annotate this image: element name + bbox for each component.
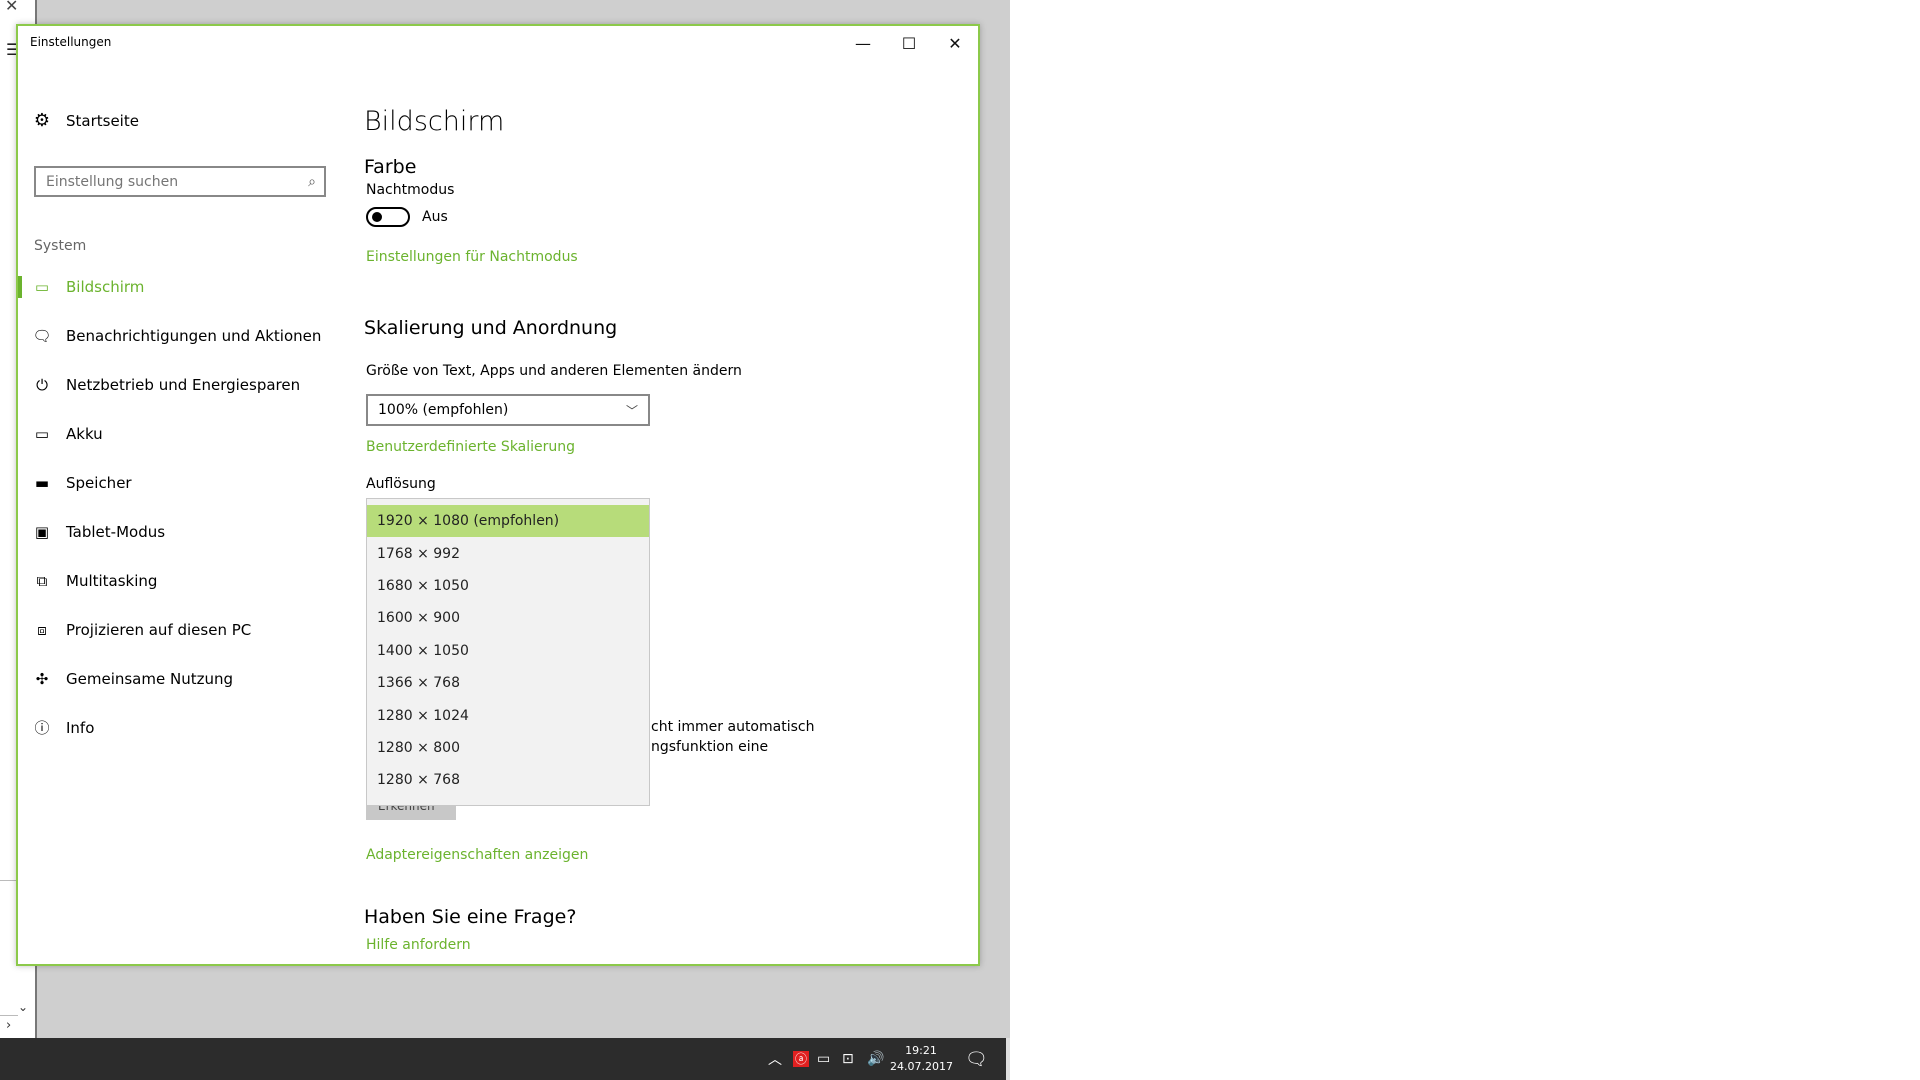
scale-dropdown-value: 100% (empfohlen) xyxy=(378,402,509,418)
divider xyxy=(0,1015,18,1016)
taskbar: ︿ ⓐ ▭ ⊡ 🔊 19:21 24.07.2017 🗨 xyxy=(0,1038,1010,1080)
night-mode-label: Nachtmodus xyxy=(366,182,455,198)
resolution-option[interactable]: 1400 × 1050 xyxy=(367,635,649,667)
sidebar-item-info[interactable]: ⓘ Info xyxy=(18,703,338,752)
notification-icon: 🗨 xyxy=(32,326,52,345)
sidebar-item-label: Speicher xyxy=(66,473,132,492)
monitor-icon: ▭ xyxy=(34,277,50,296)
sidebar-item-label: Gemeinsame Nutzung xyxy=(66,669,233,688)
page-title: Bildschirm xyxy=(364,106,505,137)
sidebar-item-benachrichtigungen[interactable]: 🗨 Benachrichtigungen und Aktionen xyxy=(18,311,338,360)
color-section-heading: Farbe xyxy=(364,156,417,178)
battery-icon: ▭ xyxy=(34,424,50,443)
sidebar: ⚙ Startseite ⌕ System ▭ Bildschirm 🗨 Ben… xyxy=(18,60,338,964)
scroll-down-icon[interactable]: ⌄ xyxy=(18,1000,28,1014)
battery-icon[interactable]: ▭ xyxy=(817,1038,830,1080)
toggle-knob xyxy=(372,212,382,222)
resolution-option[interactable]: 1680 × 1050 xyxy=(367,570,649,602)
multitasking-icon: ⧉ xyxy=(36,571,48,590)
window-title: Einstellungen xyxy=(30,35,112,49)
sidebar-item-label: Akku xyxy=(66,424,103,443)
sidebar-item-label: Multitasking xyxy=(66,571,158,590)
clock-date: 24.07.2017 xyxy=(890,1060,953,1073)
power-icon: ⏻ xyxy=(36,375,48,394)
scale-section-heading: Skalierung und Anordnung xyxy=(364,317,618,339)
resolution-option[interactable]: 1920 × 1080 (empfohlen) xyxy=(367,505,649,538)
resolution-option[interactable]: 1280 × 768 xyxy=(367,764,649,796)
sidebar-item-label: Info xyxy=(66,718,95,737)
clock-time: 19:21 xyxy=(905,1044,937,1057)
settings-window: Einstellungen — ☐ ✕ ⚙ Startseite ⌕ Syste… xyxy=(16,24,980,966)
title-bar[interactable]: Einstellungen — ☐ ✕ xyxy=(18,26,978,60)
partially-hidden-text: ngsfunktion eine xyxy=(651,739,769,755)
night-mode-toggle[interactable] xyxy=(366,207,410,227)
home-label: Startseite xyxy=(66,111,139,130)
project-icon: ⧈ xyxy=(37,620,47,639)
adapter-properties-link[interactable]: Adaptereigenschaften anzeigen xyxy=(366,847,588,863)
antivirus-icon[interactable]: ⓐ xyxy=(793,1038,809,1080)
network-icon[interactable]: ⊡ xyxy=(842,1038,854,1080)
maximize-button[interactable]: ☐ xyxy=(886,26,932,60)
sidebar-item-bildschirm[interactable]: ▭ Bildschirm xyxy=(18,262,338,311)
search-input[interactable] xyxy=(36,172,300,191)
share-icon: ✣ xyxy=(35,669,49,688)
close-button[interactable]: ✕ xyxy=(932,26,978,60)
chevron-right-icon[interactable]: › xyxy=(6,1018,11,1033)
sidebar-item-tablet-modus[interactable]: ▣ Tablet-Modus xyxy=(18,507,338,556)
info-icon: ⓘ xyxy=(34,719,50,737)
custom-scaling-link[interactable]: Benutzerdefinierte Skalierung xyxy=(366,439,575,455)
volume-icon[interactable]: 🔊 xyxy=(867,1038,884,1080)
taskbar-edge xyxy=(1006,1038,1010,1080)
night-mode-state: Aus xyxy=(422,209,448,225)
chevron-down-icon: ﹀ xyxy=(625,403,638,418)
background-close-icon[interactable]: ✕ xyxy=(5,0,18,15)
gear-icon: ⚙ xyxy=(33,110,51,131)
resolution-dropdown-list[interactable]: 1920 × 1080 (empfohlen) 1768 × 992 1680 … xyxy=(366,498,650,806)
taskbar-clock[interactable]: 19:21 24.07.2017 xyxy=(890,1043,953,1075)
settings-search-box[interactable]: ⌕ xyxy=(34,166,326,197)
show-hidden-icons-icon[interactable]: ︿ xyxy=(768,1038,782,1080)
search-icon[interactable]: ⌕ xyxy=(300,174,324,190)
section-heading: System xyxy=(34,238,87,254)
storage-icon: ▬ xyxy=(34,473,50,492)
sidebar-item-akku[interactable]: ▭ Akku xyxy=(18,409,338,458)
sidebar-item-label: Benachrichtigungen und Aktionen xyxy=(66,326,322,345)
resolution-option[interactable]: 1280 × 1024 xyxy=(367,699,649,731)
action-center-icon[interactable]: 🗨 xyxy=(965,1038,988,1080)
sidebar-item-gemeinsame-nutzung[interactable]: ✣ Gemeinsame Nutzung xyxy=(18,654,338,703)
sidebar-item-netzbetrieb[interactable]: ⏻ Netzbetrieb und Energiesparen xyxy=(18,360,338,409)
question-heading: Haben Sie eine Frage? xyxy=(364,906,577,928)
partially-hidden-text: cht immer automatisch xyxy=(651,719,815,735)
home-nav-item[interactable]: ⚙ Startseite xyxy=(32,110,139,131)
sidebar-item-label: Tablet-Modus xyxy=(66,522,166,541)
help-link[interactable]: Hilfe anfordern xyxy=(366,937,471,953)
scale-label: Größe von Text, Apps und anderen Element… xyxy=(366,363,742,379)
resolution-option[interactable]: 1366 × 768 xyxy=(367,667,649,699)
sidebar-item-multitasking[interactable]: ⧉ Multitasking xyxy=(18,556,338,605)
sidebar-item-projizieren[interactable]: ⧈ Projizieren auf diesen PC xyxy=(18,605,338,654)
minimize-button[interactable]: — xyxy=(840,26,886,60)
sidebar-item-speicher[interactable]: ▬ Speicher xyxy=(18,458,338,507)
resolution-option[interactable]: 1768 × 992 xyxy=(367,537,649,569)
scale-dropdown[interactable]: 100% (empfohlen) ﹀ xyxy=(366,394,650,426)
tablet-icon: ▣ xyxy=(34,522,50,541)
resolution-option[interactable]: 1280 × 800 xyxy=(367,732,649,764)
resolution-option[interactable]: 1600 × 900 xyxy=(367,602,649,634)
resolution-label: Auflösung xyxy=(366,476,436,492)
sidebar-nav-list: ▭ Bildschirm 🗨 Benachrichtigungen und Ak… xyxy=(18,262,338,752)
sidebar-item-label: Bildschirm xyxy=(66,277,145,296)
sidebar-item-label: Netzbetrieb und Energiesparen xyxy=(66,375,301,394)
night-mode-settings-link[interactable]: Einstellungen für Nachtmodus xyxy=(366,249,578,265)
sidebar-item-label: Projizieren auf diesen PC xyxy=(66,620,252,639)
